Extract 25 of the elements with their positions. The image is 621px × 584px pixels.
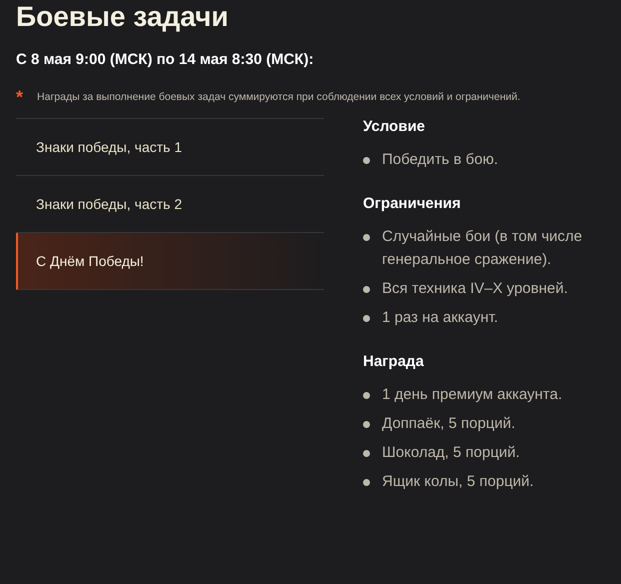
bullet-icon xyxy=(363,234,370,241)
bullet-icon xyxy=(363,286,370,293)
bullet-icon xyxy=(363,157,370,164)
task-tab[interactable]: Знаки победы, часть 1 xyxy=(16,119,324,176)
list-item-text: 1 день премиум аккаунта. xyxy=(382,385,562,405)
list-item-text: Случайные бои (в том числе генеральное сражение). xyxy=(382,227,584,270)
note-text: Награды за выполнение боевых задач суммируются при соблюдении всех условий и ограничений. xyxy=(37,91,520,103)
section-heading: Условие xyxy=(363,118,426,136)
list-item-text: Вся техника IV–X уровней. xyxy=(382,279,568,299)
list-item-text: Доппаёк, 5 порций. xyxy=(382,414,516,434)
list-item-text: Ящик колы, 5 порций. xyxy=(382,472,534,492)
period-text: С 8 мая 9:00 (МСК) по 14 мая 8:30 (МСК): xyxy=(16,51,314,68)
section-heading: Ограничения xyxy=(363,195,461,213)
bullet-icon xyxy=(363,392,370,399)
list-item-text: Шоколад, 5 порций. xyxy=(382,443,520,463)
task-tab[interactable]: С Днём Победы! xyxy=(16,233,324,290)
section-heading: Награда xyxy=(363,353,424,371)
asterisk-mark: * xyxy=(16,90,24,104)
list-item-text: Победить в бою. xyxy=(382,150,498,170)
bullet-icon xyxy=(363,421,370,428)
page-title: Боевые задачи xyxy=(16,0,229,34)
bullet-icon xyxy=(363,450,370,457)
bullet-icon xyxy=(363,479,370,486)
bullet-icon xyxy=(363,315,370,322)
list-item-text: 1 раз на аккаунт. xyxy=(382,308,498,328)
